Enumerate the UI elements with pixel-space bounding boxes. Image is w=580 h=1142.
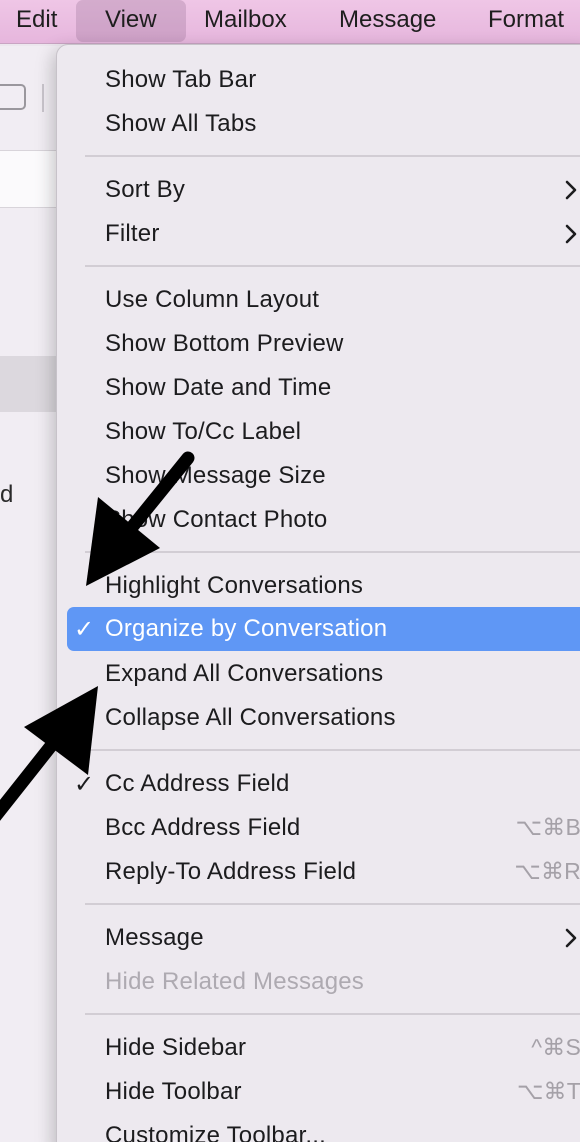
menu-mailbox[interactable]: Mailbox: [204, 0, 287, 44]
menu-item-label: Show Date and Time: [105, 374, 332, 401]
chevron-right-icon: [565, 180, 577, 200]
chevron-right-icon: [565, 224, 577, 244]
menu-item-hide-related-messages: Hide Related Messages: [57, 960, 580, 1004]
menu-item-show-message-size[interactable]: Show Message Size: [57, 454, 580, 498]
menu-item-label: Expand All Conversations: [105, 660, 384, 687]
menu-separator: [85, 749, 580, 751]
menu-item-collapse-all-conversations[interactable]: Collapse All Conversations: [57, 696, 580, 740]
chevron-right-icon: [565, 928, 577, 948]
menu-item-label: Bcc Address Field: [105, 814, 301, 841]
menu-item-label: Show Bottom Preview: [105, 330, 344, 357]
toolbar-separator: [42, 84, 56, 112]
menu-item-organize-by-conversation[interactable]: ✓ Organize by Conversation: [67, 607, 580, 651]
menu-separator: [85, 155, 580, 157]
toolbar-sidebar-icon[interactable]: [0, 84, 26, 110]
menu-item-cc-address-field[interactable]: ✓ Cc Address Field: [57, 762, 580, 806]
keyboard-shortcut: ⌥⌘R: [514, 858, 580, 884]
menu-item-hide-toolbar[interactable]: Hide Toolbar ⌥⌘T: [57, 1070, 580, 1114]
menu-item-label: Cc Address Field: [105, 770, 290, 797]
menu-item-label: Sort By: [105, 176, 186, 203]
selected-mailbox-row[interactable]: [0, 356, 60, 412]
menu-item-show-bottom-preview[interactable]: Show Bottom Preview: [57, 322, 580, 366]
menu-separator: [85, 551, 580, 553]
menu-item-label: Hide Sidebar: [105, 1034, 247, 1061]
menu-item-label: Customize Toolbar...: [105, 1122, 326, 1142]
menu-item-label: Show To/Cc Label: [105, 418, 302, 445]
checkmark-icon: ✓: [74, 771, 95, 798]
menu-bar: Edit View Mailbox Message Format: [0, 0, 580, 44]
search-field[interactable]: [0, 150, 60, 208]
menu-item-label: Hide Toolbar: [105, 1078, 242, 1105]
menu-view[interactable]: View: [76, 0, 186, 42]
menu-item-label: Filter: [105, 220, 160, 247]
menu-separator: [85, 903, 580, 905]
menu-item-label: Highlight Conversations: [105, 572, 364, 599]
menu-item-show-to-cc-label[interactable]: Show To/Cc Label: [57, 410, 580, 454]
menu-item-label: Message: [105, 924, 204, 951]
keyboard-shortcut: ⌥⌘B: [515, 814, 580, 840]
menu-separator: [85, 265, 580, 267]
menu-item-label: Hide Related Messages: [105, 968, 365, 995]
menu-item-label: Organize by Conversation: [105, 615, 388, 642]
menu-edit[interactable]: Edit: [16, 0, 57, 44]
menu-item-expand-all-conversations[interactable]: Expand All Conversations: [57, 652, 580, 696]
menu-item-show-tab-bar[interactable]: Show Tab Bar: [57, 58, 580, 102]
menu-item-label: Show Tab Bar: [105, 66, 257, 93]
menu-item-message[interactable]: Message: [57, 916, 580, 960]
keyboard-shortcut: ^⌘S: [531, 1034, 580, 1060]
menu-item-label: Collapse All Conversations: [105, 704, 396, 731]
menu-item-customize-toolbar[interactable]: Customize Toolbar...: [57, 1114, 580, 1142]
menu-item-show-all-tabs[interactable]: Show All Tabs: [57, 102, 580, 146]
menu-message[interactable]: Message: [339, 0, 436, 44]
keyboard-shortcut: ⌥⌘T: [516, 1078, 580, 1104]
menu-item-label: Show All Tabs: [105, 110, 257, 137]
menu-item-show-date-and-time[interactable]: Show Date and Time: [57, 366, 580, 410]
menu-item-label: Show Contact Photo: [105, 506, 328, 533]
menu-item-reply-to-address-field[interactable]: Reply-To Address Field ⌥⌘R: [57, 850, 580, 894]
menu-item-bcc-address-field[interactable]: Bcc Address Field ⌥⌘B: [57, 806, 580, 850]
menu-item-label: Use Column Layout: [105, 286, 320, 313]
menu-item-use-column-layout[interactable]: Use Column Layout: [57, 278, 580, 322]
menu-item-label: Show Message Size: [105, 462, 326, 489]
menu-separator: [85, 1013, 580, 1015]
menu-item-show-contact-photo[interactable]: Show Contact Photo: [57, 498, 580, 542]
menu-item-filter[interactable]: Filter: [57, 212, 580, 256]
menu-item-hide-sidebar[interactable]: Hide Sidebar ^⌘S: [57, 1026, 580, 1070]
menu-item-highlight-conversations[interactable]: Highlight Conversations: [57, 564, 580, 608]
view-menu: Show Tab Bar Show All Tabs Sort By Filte…: [56, 44, 580, 1142]
menu-item-label: Reply-To Address Field: [105, 858, 357, 885]
menu-item-sort-by[interactable]: Sort By: [57, 168, 580, 212]
background-text-fragment: d: [0, 481, 14, 508]
menu-format[interactable]: Format: [488, 0, 564, 44]
checkmark-icon: ✓: [74, 616, 95, 643]
